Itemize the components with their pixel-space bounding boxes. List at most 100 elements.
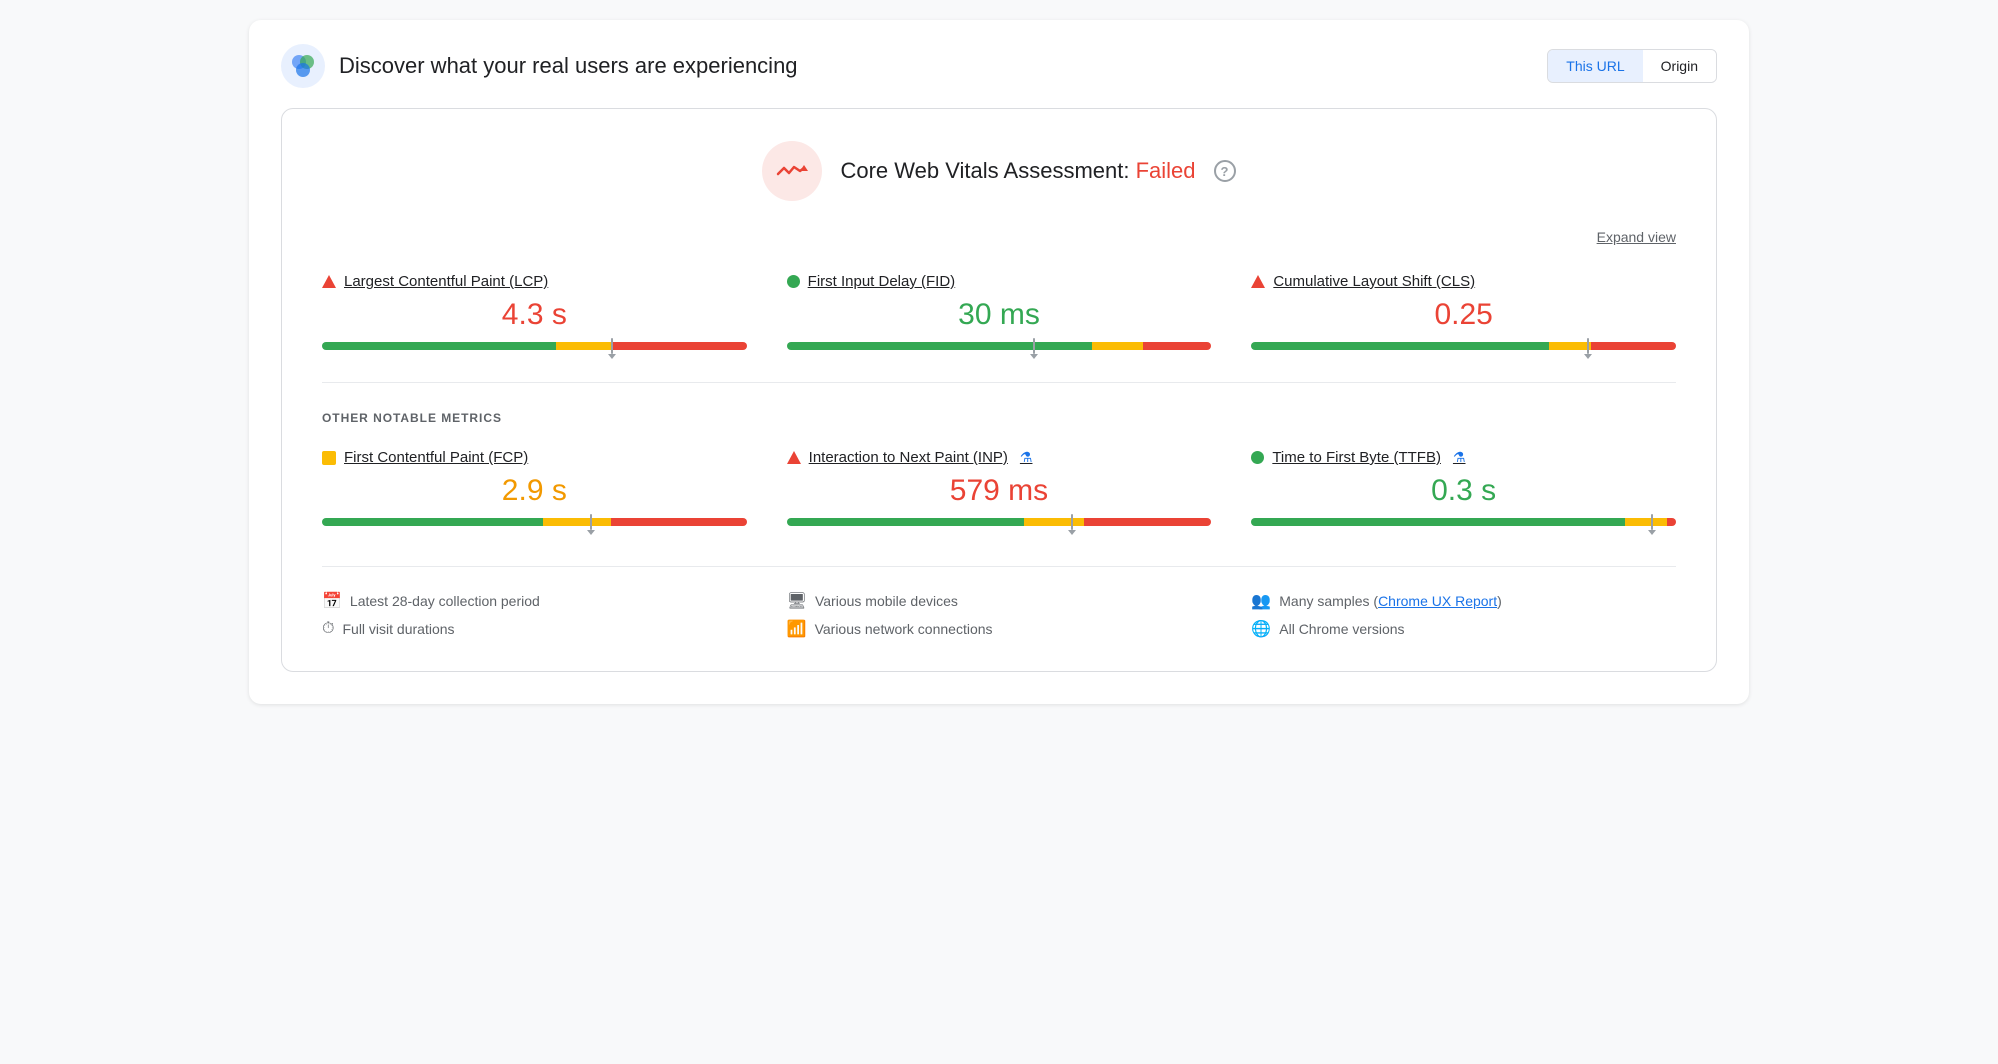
metric-value-cls: 0.25	[1251, 298, 1676, 332]
this-url-button[interactable]: This URL	[1548, 50, 1642, 82]
page-wrapper: Discover what your real users are experi…	[249, 20, 1749, 704]
bar-orange-lcp	[556, 342, 611, 350]
timer-icon: ⏱	[322, 620, 334, 638]
metric-label-cls[interactable]: Cumulative Layout Shift (CLS)	[1251, 273, 1676, 290]
progress-bar-cls	[1251, 342, 1676, 350]
circle-green-icon	[787, 275, 800, 288]
devices-icon: 🖥	[787, 591, 807, 611]
metric-value-fid: 30 ms	[787, 298, 1212, 332]
help-icon[interactable]: ?	[1214, 160, 1236, 182]
progress-bar-fcp	[322, 518, 747, 526]
metric-label-text-fcp: First Contentful Paint (FCP)	[344, 449, 528, 466]
header-title: Discover what your real users are experi…	[339, 53, 798, 79]
origin-button[interactable]: Origin	[1643, 50, 1716, 82]
footer-item-durations: ⏱ Full visit durations	[322, 619, 747, 639]
flask-icon: ⚗	[1453, 449, 1466, 466]
triangle-red-icon	[787, 451, 801, 464]
bar-red-fid	[1143, 342, 1211, 350]
bar-red-lcp	[611, 342, 747, 350]
assessment-failed-icon	[762, 141, 822, 201]
footer-info: 📅 Latest 28-day collection period 🖥 Vari…	[322, 566, 1676, 639]
progress-bar-fid	[787, 342, 1212, 350]
metric-value-inp: 579 ms	[787, 474, 1212, 508]
square-orange-icon	[322, 451, 336, 465]
triangle-red-icon	[1251, 275, 1265, 288]
bar-marker-inp	[1071, 514, 1073, 530]
bar-red-cls	[1591, 342, 1676, 350]
bar-orange-fcp	[543, 518, 611, 526]
assessment-label: Core Web Vitals Assessment:	[840, 158, 1129, 183]
metric-label-text-cls: Cumulative Layout Shift (CLS)	[1273, 273, 1475, 290]
expand-view-row: Expand view	[322, 229, 1676, 245]
metric-item-fid: First Input Delay (FID) 30 ms	[787, 273, 1212, 350]
metric-label-fid[interactable]: First Input Delay (FID)	[787, 273, 1212, 290]
calendar-icon: 📅	[322, 591, 342, 611]
assessment-header: Core Web Vitals Assessment: Failed ?	[322, 141, 1676, 201]
bar-green-ttfb	[1251, 518, 1625, 526]
footer-item-chrome: 🌐 All Chrome versions	[1251, 619, 1676, 639]
footer-chrome-text: All Chrome versions	[1279, 621, 1404, 637]
header-left: Discover what your real users are experi…	[281, 44, 798, 88]
metric-label-inp[interactable]: Interaction to Next Paint (INP) ⚗	[787, 449, 1212, 466]
url-toggle: This URL Origin	[1547, 49, 1717, 83]
metric-item-ttfb: Time to First Byte (TTFB)⚗ 0.3 s	[1251, 449, 1676, 526]
metric-item-lcp: Largest Contentful Paint (LCP) 4.3 s	[322, 273, 747, 350]
bar-marker-cls	[1587, 338, 1589, 354]
divider	[322, 382, 1676, 383]
samples-icon: 👥	[1251, 591, 1271, 611]
footer-network-text: Various network connections	[815, 621, 993, 637]
triangle-red-icon	[322, 275, 336, 288]
footer-item-samples: 👥 Many samples (Chrome UX Report)	[1251, 591, 1676, 611]
expand-view-button[interactable]: Expand view	[1597, 229, 1676, 245]
metric-label-ttfb[interactable]: Time to First Byte (TTFB)⚗	[1251, 449, 1676, 466]
footer-durations-text: Full visit durations	[342, 621, 454, 637]
metric-item-inp: Interaction to Next Paint (INP) ⚗ 579 ms	[787, 449, 1212, 526]
metric-label-text-lcp: Largest Contentful Paint (LCP)	[344, 273, 548, 290]
flask-icon: ⚗	[1020, 449, 1033, 466]
metric-item-cls: Cumulative Layout Shift (CLS) 0.25	[1251, 273, 1676, 350]
network-icon: 📶	[787, 619, 807, 639]
bar-green-fcp	[322, 518, 543, 526]
bar-green-lcp	[322, 342, 556, 350]
bar-orange-cls	[1549, 342, 1591, 350]
bar-marker-lcp	[611, 338, 613, 354]
assessment-title: Core Web Vitals Assessment: Failed	[840, 158, 1195, 184]
metric-value-fcp: 2.9 s	[322, 474, 747, 508]
other-metrics-grid: First Contentful Paint (FCP) 2.9 s Interac…	[322, 449, 1676, 526]
assessment-status: Failed	[1136, 158, 1196, 183]
main-card: Core Web Vitals Assessment: Failed ? Exp…	[281, 108, 1717, 672]
bar-green-fid	[787, 342, 1093, 350]
progress-bar-inp	[787, 518, 1212, 526]
bar-marker-fid	[1033, 338, 1035, 354]
bar-red-ttfb	[1667, 518, 1676, 526]
header: Discover what your real users are experi…	[281, 44, 1717, 88]
bar-red-inp	[1084, 518, 1211, 526]
metric-label-fcp[interactable]: First Contentful Paint (FCP)	[322, 449, 747, 466]
bar-green-inp	[787, 518, 1025, 526]
metric-label-text-fid: First Input Delay (FID)	[808, 273, 956, 290]
metric-value-ttfb: 0.3 s	[1251, 474, 1676, 508]
chrome-ux-report-link[interactable]: Chrome UX Report	[1378, 593, 1497, 609]
progress-bar-ttfb	[1251, 518, 1676, 526]
bar-green-cls	[1251, 342, 1548, 350]
metric-item-fcp: First Contentful Paint (FCP) 2.9 s	[322, 449, 747, 526]
bar-marker-ttfb	[1651, 514, 1653, 530]
core-metrics-grid: Largest Contentful Paint (LCP) 4.3 s First…	[322, 273, 1676, 350]
bar-red-fcp	[611, 518, 747, 526]
metric-label-lcp[interactable]: Largest Contentful Paint (LCP)	[322, 273, 747, 290]
footer-item-collection: 📅 Latest 28-day collection period	[322, 591, 747, 611]
bar-marker-fcp	[590, 514, 592, 530]
footer-collection-text: Latest 28-day collection period	[350, 593, 540, 609]
footer-samples-text: Many samples (Chrome UX Report)	[1279, 593, 1502, 609]
metric-value-lcp: 4.3 s	[322, 298, 747, 332]
bar-orange-ttfb	[1625, 518, 1667, 526]
circle-green-icon	[1251, 451, 1264, 464]
bar-orange-fid	[1092, 342, 1143, 350]
progress-bar-lcp	[322, 342, 747, 350]
metric-label-text-inp: Interaction to Next Paint (INP)	[809, 449, 1008, 466]
footer-devices-text: Various mobile devices	[815, 593, 958, 609]
other-metrics-section-header: OTHER NOTABLE METRICS	[322, 411, 1676, 425]
footer-item-devices: 🖥 Various mobile devices	[787, 591, 1212, 611]
logo-icon	[281, 44, 325, 88]
chrome-icon: 🌐	[1251, 619, 1271, 639]
